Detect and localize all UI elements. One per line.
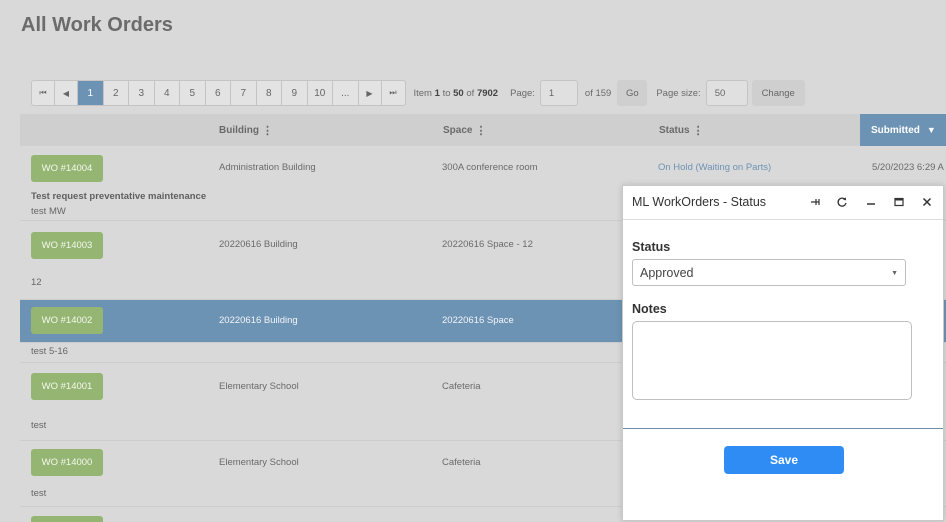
- next-page-icon[interactable]: ▶: [359, 81, 382, 105]
- save-button[interactable]: Save: [724, 446, 844, 474]
- close-icon[interactable]: [919, 194, 935, 210]
- page-button-6[interactable]: 6: [206, 81, 231, 105]
- status-select[interactable]: Approved ▼: [632, 259, 906, 286]
- column-status-label: Status: [659, 124, 690, 136]
- column-building-label: Building: [219, 124, 259, 136]
- pager-buttons: ⏮ ◀ 1 2 3 4 5 6 7 8 9 10 ... ▶ ⏭: [31, 80, 406, 106]
- page-label: Page:: [510, 87, 535, 99]
- pager: ⏮ ◀ 1 2 3 4 5 6 7 8 9 10 ... ▶ ⏭ Item 1 …: [31, 80, 805, 106]
- page-title: All Work Orders: [21, 14, 173, 36]
- change-button[interactable]: Change: [751, 80, 805, 106]
- page-button-1[interactable]: 1: [78, 81, 104, 105]
- page-input[interactable]: 1: [539, 80, 578, 106]
- building-cell: Elementary School: [219, 457, 299, 468]
- pin-icon[interactable]: [807, 194, 823, 210]
- sort-desc-icon[interactable]: ▼: [927, 125, 936, 135]
- item-total: 7902: [476, 87, 499, 99]
- space-cell: Cafeteria: [442, 381, 481, 392]
- maximize-icon[interactable]: [891, 194, 907, 210]
- column-status[interactable]: Status ⋮: [659, 114, 704, 146]
- submitted-cell: 5/20/2023 6:29 A: [872, 162, 944, 173]
- row-note: 12: [31, 277, 42, 288]
- page-button-3[interactable]: 3: [129, 81, 155, 105]
- item-to: 50: [453, 87, 464, 99]
- building-cell: Elementary School: [219, 381, 299, 392]
- minimize-icon[interactable]: [863, 194, 879, 210]
- dialog-divider: [623, 428, 943, 429]
- row-note: test: [31, 488, 47, 499]
- page-button-more[interactable]: ...: [333, 81, 359, 105]
- column-space[interactable]: Space ⋮: [443, 114, 486, 146]
- column-menu-icon[interactable]: ⋮: [262, 124, 273, 137]
- status-label: Status: [632, 240, 671, 254]
- grid-header: Building⋮ Space⋮ Status⋮ Submitted▼⋮: [20, 114, 946, 146]
- notes-label: Notes: [632, 302, 667, 316]
- go-button[interactable]: Go: [617, 80, 648, 106]
- column-menu-icon[interactable]: ⋮: [693, 124, 704, 137]
- page-of: of 159: [584, 87, 612, 99]
- page-button-5[interactable]: 5: [180, 81, 206, 105]
- dialog-title: ML WorkOrders - Status: [632, 195, 767, 209]
- row-note: test MW: [31, 206, 66, 217]
- work-order-badge[interactable]: WO #14000: [31, 449, 103, 476]
- first-page-icon[interactable]: ⏮: [32, 81, 55, 105]
- dialog-titlebar[interactable]: ML WorkOrders - Status: [623, 186, 943, 220]
- space-cell: 20220616 Space: [442, 315, 514, 326]
- status-dialog: ML WorkOrders - Status Status Approved ▼…: [622, 185, 944, 521]
- item-prefix: Item: [413, 87, 432, 99]
- row-note: test: [31, 420, 47, 431]
- prev-page-icon[interactable]: ◀: [55, 81, 78, 105]
- space-cell: 20220616 Space - 12: [442, 239, 533, 250]
- building-cell: 20220616 Building: [219, 315, 298, 326]
- work-order-badge[interactable]: [31, 516, 103, 522]
- item-of-word: of: [466, 87, 475, 99]
- status-cell[interactable]: On Hold (Waiting on Parts): [658, 162, 771, 173]
- work-order-badge[interactable]: WO #14001: [31, 373, 103, 400]
- space-cell: 300A conference room: [442, 162, 538, 173]
- status-select-value: Approved: [640, 265, 694, 280]
- work-order-badge[interactable]: WO #14002: [31, 307, 103, 334]
- page-button-4[interactable]: 4: [155, 81, 180, 105]
- item-from: 1: [434, 87, 440, 99]
- chevron-down-icon: ▼: [891, 270, 898, 277]
- page-button-2[interactable]: 2: [104, 81, 129, 105]
- page-button-8[interactable]: 8: [257, 81, 282, 105]
- building-cell: Administration Building: [219, 162, 316, 173]
- column-submitted-label: Submitted: [871, 124, 920, 136]
- notes-textarea[interactable]: [632, 321, 912, 400]
- column-building[interactable]: Building ⋮: [219, 114, 273, 146]
- column-submitted[interactable]: Submitted ▼ ⋮: [860, 114, 946, 146]
- page-button-9[interactable]: 9: [282, 81, 308, 105]
- row-note: test 5-16: [31, 346, 68, 357]
- work-order-badge[interactable]: WO #14004: [31, 155, 103, 182]
- item-range: Item 1 to 50 of 7902: [414, 88, 499, 99]
- space-cell: Cafeteria: [442, 457, 481, 468]
- page-size-input[interactable]: 50: [705, 80, 748, 106]
- column-menu-icon[interactable]: ⋮: [942, 124, 946, 137]
- page-button-7[interactable]: 7: [231, 81, 257, 105]
- refresh-icon[interactable]: [834, 194, 850, 210]
- column-space-label: Space: [443, 124, 473, 136]
- building-cell: 20220616 Building: [219, 239, 298, 250]
- row-note-title: Test request preventative maintenance: [31, 191, 207, 202]
- page-button-10[interactable]: 10: [308, 81, 333, 105]
- work-order-badge[interactable]: WO #14003: [31, 232, 103, 259]
- item-to-word: to: [442, 87, 451, 99]
- page-size-label: Page size:: [656, 87, 701, 99]
- column-menu-icon[interactable]: ⋮: [475, 124, 486, 137]
- last-page-icon[interactable]: ⏭: [382, 81, 405, 105]
